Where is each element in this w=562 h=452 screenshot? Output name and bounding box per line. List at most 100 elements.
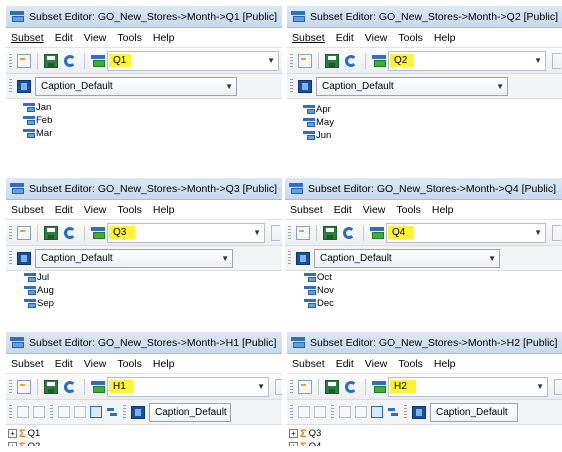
menu-view[interactable]: View — [363, 204, 386, 216]
save-icon[interactable] — [44, 226, 58, 240]
title-bar[interactable]: Subset Editor: GO_New_Stores->Month->Q3 … — [6, 178, 282, 200]
caption-combo[interactable]: Caption_Default ▼ — [314, 248, 500, 268]
hierarchy-icon[interactable] — [106, 406, 118, 418]
menu-edit[interactable]: Edit — [55, 204, 73, 216]
menu-help[interactable]: Help — [432, 204, 454, 216]
paste-icon[interactable] — [33, 406, 45, 418]
list-item[interactable]: Apr — [303, 103, 562, 116]
new-subset-icon[interactable] — [17, 380, 31, 394]
toolbar-grip[interactable] — [123, 405, 126, 419]
caption-combo[interactable]: Caption_Default ▼ — [35, 248, 233, 268]
table-view-icon[interactable] — [371, 406, 383, 418]
list-item[interactable]: +ΣQ2 — [6, 440, 282, 446]
menu-help[interactable]: Help — [153, 204, 175, 216]
chevron-down-icon[interactable]: ▼ — [257, 382, 265, 391]
refresh-icon[interactable] — [64, 227, 76, 239]
expand-icon[interactable]: + — [289, 429, 298, 438]
refresh-icon[interactable] — [64, 55, 76, 67]
expand-icon[interactable]: + — [8, 442, 17, 446]
subset-combo[interactable]: Q1 ▼ — [107, 51, 279, 71]
menu-view[interactable]: View — [84, 32, 107, 44]
list-item[interactable]: Feb — [23, 114, 282, 127]
list-item[interactable]: Oct — [304, 271, 562, 284]
chevron-down-icon[interactable]: ▼ — [488, 254, 496, 263]
filter-icon[interactable] — [58, 406, 70, 418]
menu-edit[interactable]: Edit — [336, 32, 354, 44]
menu-edit[interactable]: Edit — [336, 358, 354, 370]
list-item[interactable]: Sep — [24, 297, 282, 310]
toolbar-grip[interactable] — [288, 251, 291, 265]
sort-icon[interactable] — [355, 406, 367, 418]
list-item[interactable]: Dec — [304, 297, 562, 310]
copy-icon[interactable] — [298, 406, 310, 418]
subset-combo[interactable]: Q4 ▼ — [386, 223, 546, 243]
toolbar-grip[interactable] — [404, 405, 407, 419]
menu-view[interactable]: View — [84, 204, 107, 216]
menu-view[interactable]: View — [84, 358, 107, 370]
save-icon[interactable] — [44, 54, 58, 68]
menu-tools[interactable]: Tools — [117, 32, 142, 44]
expand-icon[interactable]: + — [8, 429, 17, 438]
subset-combo[interactable]: Q3 ▼ — [107, 223, 265, 243]
toolbar-grip[interactable] — [331, 405, 334, 419]
paste-icon[interactable] — [314, 406, 326, 418]
subset-combo[interactable]: H1 ▼ — [107, 377, 269, 397]
list-item[interactable]: Mar — [23, 127, 282, 140]
list-item[interactable]: Nov — [304, 284, 562, 297]
hierarchy-icon[interactable] — [387, 406, 399, 418]
title-bar[interactable]: Subset Editor: GO_New_Stores->Month->H1 … — [6, 332, 282, 354]
menu-subset[interactable]: Subset — [11, 32, 44, 44]
new-subset-icon[interactable] — [298, 54, 312, 68]
filter-icon[interactable] — [339, 406, 351, 418]
list-item[interactable]: + Σ Q1 — [6, 427, 282, 440]
toolbar-overflow[interactable] — [552, 53, 561, 69]
chevron-down-icon[interactable]: ▼ — [534, 56, 542, 65]
title-bar[interactable]: Subset Editor: GO_New_Stores->Month->Q4 … — [285, 178, 562, 200]
menu-edit[interactable]: Edit — [55, 32, 73, 44]
menu-subset[interactable]: Subset — [292, 32, 325, 44]
menu-tools[interactable]: Tools — [398, 358, 423, 370]
chevron-down-icon[interactable]: ▼ — [221, 254, 229, 263]
copy-icon[interactable] — [17, 406, 29, 418]
save-icon[interactable] — [325, 54, 339, 68]
toolbar-overflow[interactable] — [552, 225, 561, 241]
chevron-down-icon[interactable]: ▼ — [267, 56, 275, 65]
menu-subset[interactable]: Subset — [11, 204, 44, 216]
new-subset-icon[interactable] — [296, 226, 310, 240]
chevron-down-icon[interactable]: ▼ — [253, 228, 261, 237]
toolbar-grip[interactable] — [9, 54, 12, 68]
menu-subset[interactable]: Subset — [292, 358, 325, 370]
toolbar-overflow[interactable] — [554, 379, 562, 395]
toolbar-grip[interactable] — [50, 405, 53, 419]
new-subset-icon[interactable] — [17, 54, 31, 68]
save-icon[interactable] — [323, 226, 337, 240]
new-subset-icon[interactable] — [298, 380, 312, 394]
chevron-down-icon[interactable]: ▼ — [534, 228, 542, 237]
toolbar-grip[interactable] — [290, 380, 293, 394]
refresh-icon[interactable] — [345, 381, 357, 393]
menu-help[interactable]: Help — [153, 358, 175, 370]
save-icon[interactable] — [44, 380, 58, 394]
menu-help[interactable]: Help — [434, 32, 456, 44]
list-item[interactable]: Jul — [24, 271, 282, 284]
menu-help[interactable]: Help — [153, 32, 175, 44]
chevron-down-icon[interactable]: ▼ — [496, 82, 504, 91]
caption-combo[interactable]: Caption_Default ▼ — [316, 76, 508, 96]
toolbar-grip[interactable] — [9, 251, 12, 265]
menu-tools[interactable]: Tools — [117, 204, 142, 216]
title-bar[interactable]: Subset Editor: GO_New_Stores->Month->Q1 … — [6, 6, 282, 28]
subset-combo[interactable]: Q2 ▼ — [388, 51, 546, 71]
title-bar[interactable]: Subset Editor: GO_New_Stores->Month->H2 … — [287, 332, 562, 354]
list-item[interactable]: May — [303, 116, 562, 129]
new-subset-icon[interactable] — [17, 226, 31, 240]
caption-combo[interactable]: Caption_Default ▼ — [35, 76, 237, 96]
expand-icon[interactable]: + — [289, 442, 298, 446]
chevron-down-icon[interactable]: ▼ — [225, 82, 233, 91]
menu-help[interactable]: Help — [434, 358, 456, 370]
menu-edit[interactable]: Edit — [55, 358, 73, 370]
menu-tools[interactable]: Tools — [396, 204, 421, 216]
toolbar-grip[interactable] — [290, 79, 293, 93]
refresh-icon[interactable] — [345, 55, 357, 67]
refresh-icon[interactable] — [64, 381, 76, 393]
title-bar[interactable]: Subset Editor: GO_New_Stores->Month->Q2 … — [287, 6, 562, 28]
